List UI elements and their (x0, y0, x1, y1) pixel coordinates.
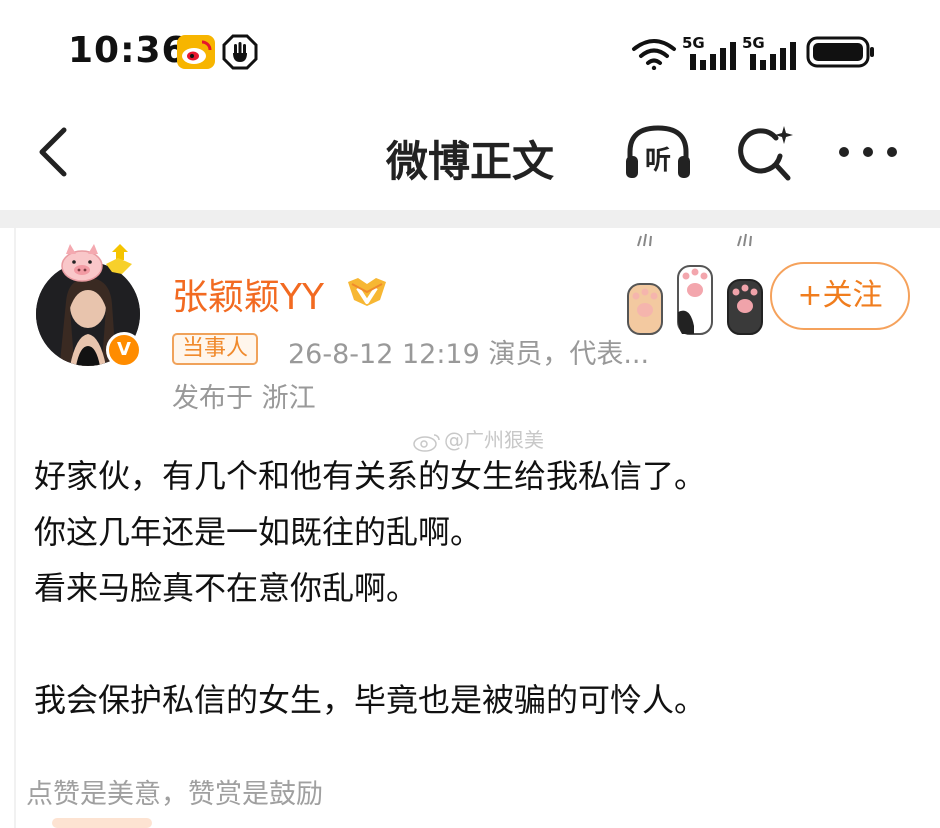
signal-bars-icon (690, 42, 736, 70)
page-title: 微博正文 (385, 137, 554, 186)
search-sparkle-icon[interactable] (736, 124, 796, 184)
weibo-app-icon (177, 35, 215, 69)
reward-button-edge[interactable] (52, 818, 152, 828)
more-dots-icon[interactable] (836, 136, 900, 168)
author-avatar-wrap[interactable]: V (36, 244, 146, 372)
post-meta: 26-8-12 12:19 演员，代表... (288, 339, 650, 370)
reward-text: 点赞是美意，赞赏是鼓励 (26, 779, 323, 810)
signal-bars-icon (750, 42, 796, 70)
post-line: 看来马脸真不在意你乱啊。 (34, 569, 419, 607)
listen-label: 听 (645, 146, 671, 176)
battery-icon (806, 36, 874, 68)
post-line: 你这几年还是一如既往的乱啊。 (34, 513, 483, 551)
wifi-icon (632, 39, 676, 70)
follow-button[interactable]: +关注 (770, 262, 910, 330)
post-location: 发布于 浙江 (172, 383, 316, 414)
pig-pendant-sticker (61, 244, 132, 282)
card-edge (14, 228, 16, 828)
listen-headphone-icon[interactable]: 听 (622, 122, 694, 182)
post-body: 好家伙，有几个和他有关系的女生给我私信了。 你这几年还是一如既往的乱啊。 看来马… (34, 448, 914, 728)
signal-2: 5G (742, 34, 798, 70)
post-line: 好家伙，有几个和他有关系的女生给我私信了。 (34, 457, 707, 495)
role-badge: 当事人 (172, 333, 259, 365)
section-divider (0, 210, 940, 228)
cat-paws-sticker (627, 233, 763, 335)
status-bar: 10:36 5G 5G (0, 0, 940, 100)
post-line: 我会保护私信的女生，毕竟也是被骗的可怜人。 (34, 681, 707, 719)
signal-1: 5G (682, 34, 738, 70)
vip-icon[interactable] (346, 274, 388, 308)
verified-icon: V (106, 332, 142, 368)
author-name[interactable]: 张颖颖YY (172, 268, 324, 320)
hand-stop-icon (222, 34, 258, 70)
nav-bar: 微博正文 听 (0, 100, 940, 210)
status-time: 10:36 (68, 30, 188, 71)
